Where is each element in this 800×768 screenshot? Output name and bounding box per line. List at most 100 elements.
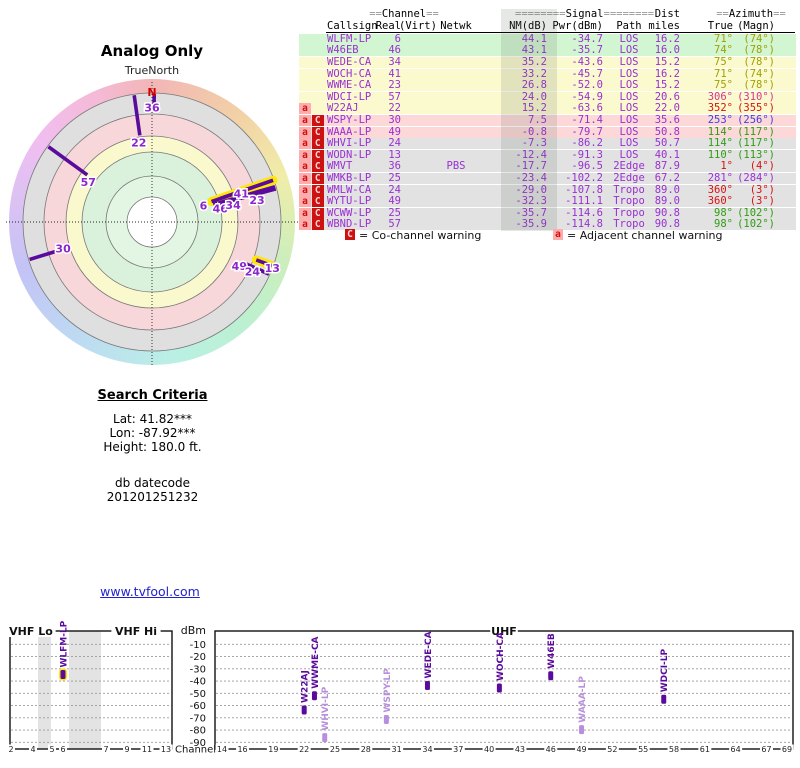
cochannel-warning-badge: C bbox=[311, 184, 324, 196]
cochannel-warning-badge: C bbox=[311, 161, 324, 173]
north-marker: N bbox=[147, 86, 157, 99]
svg-text:7: 7 bbox=[103, 745, 108, 754]
cell-miles: 16.2 bbox=[654, 32, 680, 45]
col-nm: NM(dB) bbox=[509, 19, 547, 32]
dist-group-header: Dist bbox=[654, 8, 680, 20]
svg-text:55: 55 bbox=[638, 745, 648, 754]
adjacent-warning-badge: a bbox=[299, 126, 311, 138]
cell-miles: 40.1 bbox=[654, 148, 680, 161]
svg-text:40: 40 bbox=[484, 745, 494, 754]
cochannel-warning-badge: C bbox=[311, 138, 324, 150]
svg-text:13: 13 bbox=[265, 262, 280, 275]
svg-text:WOCH-CA: WOCH-CA bbox=[496, 632, 506, 681]
svg-text:46: 46 bbox=[546, 745, 556, 754]
adjacent-warning-badge bbox=[299, 69, 311, 80]
latitude-value: Lat: 41.82*** bbox=[113, 412, 192, 426]
cell-azimuth-magn: (74°) bbox=[743, 32, 775, 45]
cell-nm: -7.3 bbox=[521, 137, 547, 150]
cell-miles: 89.0 bbox=[654, 195, 680, 208]
svg-text:23: 23 bbox=[249, 194, 264, 207]
svg-text:-80: -80 bbox=[190, 726, 206, 737]
cell-azimuth-magn: (4°) bbox=[749, 160, 775, 173]
cell-azimuth-magn: (284°) bbox=[737, 171, 775, 184]
cell-pwr: -54.9 bbox=[571, 90, 603, 103]
cell-pwr: -102.2 bbox=[565, 171, 603, 184]
cell-nm: -0.8 bbox=[521, 125, 547, 138]
cochannel-warning-badge bbox=[312, 103, 325, 114]
svg-text:4: 4 bbox=[30, 745, 35, 754]
svg-text:11: 11 bbox=[142, 745, 152, 754]
cell-real-channel: 49 bbox=[388, 195, 401, 208]
adjacent-warning-badge bbox=[299, 92, 311, 103]
cell-azimuth-magn: (113°) bbox=[737, 148, 775, 161]
svg-text:WEDE-CA: WEDE-CA bbox=[424, 631, 434, 678]
adjacent-legend: a = Adjacent channel warning bbox=[553, 229, 723, 242]
table-header-groups: ==Channel== ========Signal======== Dist … bbox=[299, 9, 796, 20]
cell-network bbox=[436, 103, 476, 114]
cell-pwr: -35.7 bbox=[571, 44, 603, 57]
svg-text:36: 36 bbox=[144, 102, 160, 115]
table-row: WDCI-LP 57 24.0 -54.9 LOS 20.6 306° (310… bbox=[299, 90, 796, 103]
svg-text:31: 31 bbox=[392, 745, 402, 754]
table-row: a C WODN-LP 13 -12.4 -91.3 LOS 40.1 110°… bbox=[299, 148, 796, 161]
svg-text:34: 34 bbox=[225, 199, 241, 212]
cochannel-warning-badge bbox=[312, 34, 325, 45]
cell-pwr: -45.7 bbox=[571, 67, 603, 80]
cell-real-channel: 24 bbox=[388, 183, 401, 196]
tvfool-link[interactable]: www.tvfool.com bbox=[0, 584, 300, 599]
cochannel-warning-badge: C bbox=[311, 219, 324, 231]
adjacent-warning-badge: a bbox=[299, 184, 311, 196]
table-row: a C WMVT 36 PBS -17.7 -96.5 2Edge 87.9 1… bbox=[299, 160, 796, 173]
cochannel-warning-badge: C bbox=[311, 114, 324, 126]
cell-nm: 33.2 bbox=[521, 67, 547, 80]
cochannel-warning-badge bbox=[312, 69, 325, 80]
table-row: a C WAAA-LP 49 -0.8 -79.7 LOS 50.8 114° … bbox=[299, 125, 796, 138]
cell-virt-channel bbox=[399, 57, 433, 68]
cell-virt-channel bbox=[399, 150, 433, 161]
svg-text:57: 57 bbox=[81, 176, 96, 189]
cell-virt-channel bbox=[399, 127, 433, 138]
adjacent-warning-badge bbox=[299, 57, 311, 68]
svg-text:-10: -10 bbox=[190, 640, 206, 651]
svg-text:dBm: dBm bbox=[181, 624, 206, 637]
cell-real-channel: 49 bbox=[388, 125, 401, 138]
cell-real-channel: 30 bbox=[388, 113, 401, 126]
cell-miles: 89.0 bbox=[654, 183, 680, 196]
cochannel-warning-badge bbox=[312, 57, 325, 68]
adjacent-warning-badge: a bbox=[299, 114, 311, 126]
cell-virt-channel bbox=[399, 34, 433, 45]
svg-text:WLFM-LP: WLFM-LP bbox=[60, 620, 70, 667]
cell-miles: 35.6 bbox=[654, 113, 680, 126]
cell-nm: 44.1 bbox=[521, 32, 547, 45]
cell-miles: 90.8 bbox=[654, 206, 680, 219]
cell-real-channel: 34 bbox=[388, 55, 401, 68]
adjacent-warning-badge: a bbox=[299, 219, 311, 231]
cochannel-warning-badge bbox=[312, 80, 325, 91]
cochannel-warning-badge: C bbox=[311, 172, 324, 184]
cell-real-channel: 22 bbox=[388, 102, 401, 115]
cell-azimuth-magn: (102°) bbox=[737, 206, 775, 219]
cell-network bbox=[436, 185, 476, 196]
cell-pwr: -114.6 bbox=[565, 206, 603, 219]
table-row: a C WSPY-LP 30 7.5 -71.4 LOS 35.6 253° (… bbox=[299, 113, 796, 126]
svg-text:37: 37 bbox=[453, 745, 463, 754]
cell-miles: 16.2 bbox=[654, 67, 680, 80]
cell-virt-channel bbox=[399, 103, 433, 114]
cell-real-channel: 24 bbox=[388, 137, 401, 150]
azimuth-group-header: ==Azimuth== bbox=[716, 8, 786, 20]
cell-virt-channel bbox=[399, 161, 433, 172]
cell-azimuth-magn: (74°) bbox=[743, 67, 775, 80]
svg-text:34: 34 bbox=[422, 745, 432, 754]
cell-pwr: -111.1 bbox=[565, 195, 603, 208]
cell-pwr: -71.4 bbox=[571, 113, 603, 126]
adjacent-warning-badge bbox=[299, 80, 311, 91]
cochannel-warning-badge bbox=[312, 92, 325, 103]
table-row: WLFM-LP 6 44.1 -34.7 LOS 16.2 71° (74°) bbox=[299, 32, 796, 45]
svg-text:28: 28 bbox=[361, 745, 371, 754]
cochannel-warning-badge: C bbox=[311, 196, 324, 208]
station-table: ==Channel== ========Signal======== Dist … bbox=[299, 9, 796, 231]
cell-virt-channel bbox=[399, 45, 433, 56]
svg-text:58: 58 bbox=[669, 745, 679, 754]
svg-text:43: 43 bbox=[515, 745, 525, 754]
cell-nm: -35.9 bbox=[515, 218, 547, 231]
